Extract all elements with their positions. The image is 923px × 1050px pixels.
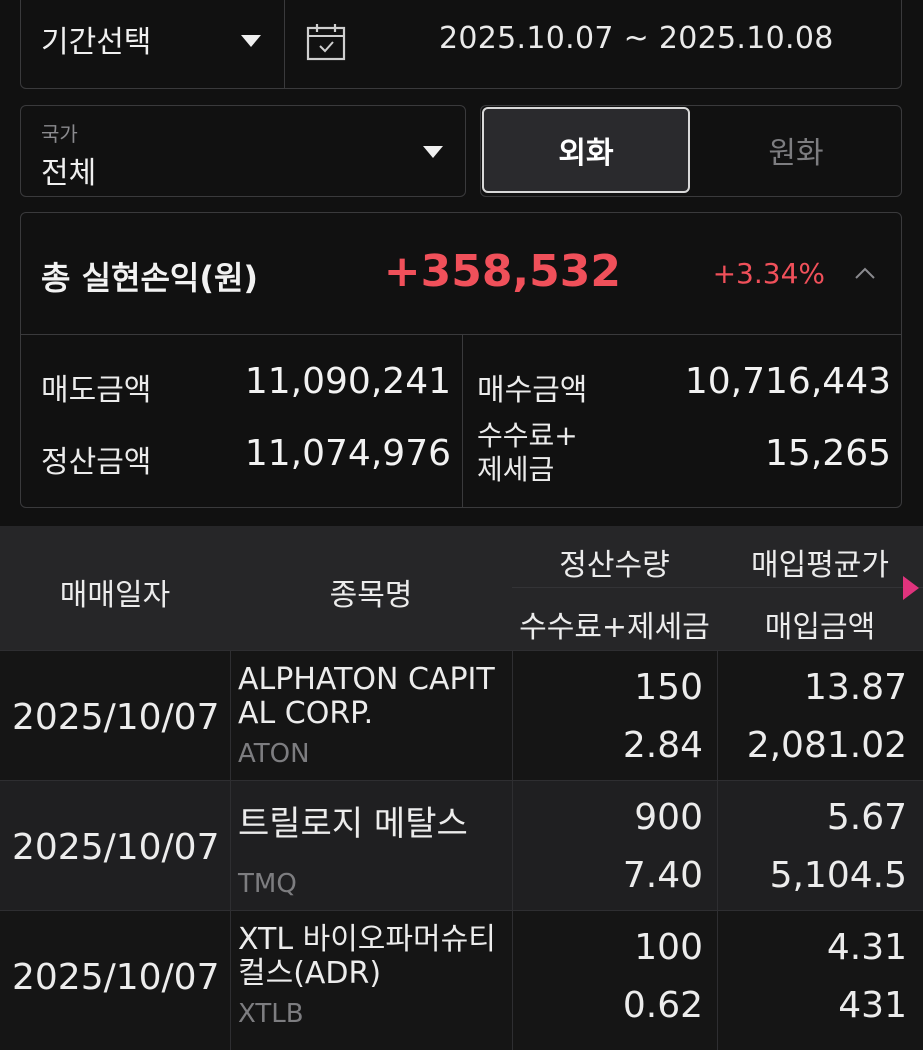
row-qty: 900 (634, 797, 703, 838)
row-stock-name-line2: AL CORP. (238, 696, 374, 731)
column-divider (717, 911, 718, 1050)
row-qty: 150 (634, 667, 703, 708)
period-selector: 기간선택 2025.10.07 ~ 2025.10.08 (20, 0, 902, 89)
row-stock-name: 트릴로지 메탈스 (238, 804, 468, 844)
realized-pl-rate: +3.34% (712, 257, 825, 290)
realized-pl-summary: 총 실현손익(원) +358,532 +3.34% 매도금액 11,090,24… (20, 212, 902, 508)
header-trade-date[interactable]: 매매일자 (0, 570, 230, 614)
fee-tax-label: 수수료+ 제세금 (477, 419, 578, 487)
row-ticker: ATON (238, 739, 310, 769)
fee-tax-value: 15,265 (765, 433, 891, 474)
header-divider (512, 587, 923, 588)
country-label: 국가 (41, 122, 78, 146)
header-settled-qty[interactable]: 정산수량 (512, 540, 717, 584)
row-avg-price: 5.67 (826, 797, 907, 838)
period-dropdown-icon[interactable] (241, 35, 261, 47)
column-divider (717, 781, 718, 910)
settlement-amount-value: 11,074,976 (244, 433, 451, 474)
fee-tax-label-line1: 수수료+ (477, 419, 578, 452)
row-qty: 100 (634, 927, 703, 968)
column-divider (512, 781, 513, 910)
country-value[interactable]: 전체 (41, 148, 96, 192)
realized-pl-amount: +358,532 (383, 246, 621, 297)
column-divider (230, 651, 231, 780)
summary-divider (21, 334, 901, 335)
column-divider (230, 911, 231, 1050)
row-fee: 2.84 (622, 725, 703, 766)
row-date: 2025/10/07 (12, 697, 220, 738)
table-row[interactable]: 2025/10/07 트릴로지 메탈스 TMQ 900 7.40 5.67 5,… (0, 780, 923, 910)
sell-amount-label: 매도금액 (41, 373, 152, 408)
settlement-amount-label: 정산금액 (41, 445, 152, 480)
country-dropdown-icon[interactable] (423, 146, 443, 158)
table-header: 매매일자 종목명 정산수량 수수료+제세금 매입평균가 매입금액 (0, 526, 923, 650)
summary-column-divider (462, 335, 463, 507)
sell-amount-value: 11,090,241 (244, 361, 451, 402)
fee-tax-label-line2: 제세금 (477, 453, 555, 486)
row-stock-name-line2: 컬스(ADR) (238, 956, 382, 991)
row-ticker: XTLB (238, 999, 304, 1029)
date-range[interactable]: 2025.10.07 ~ 2025.10.08 (439, 21, 834, 56)
row-avg-price: 4.31 (826, 927, 907, 968)
tab-foreign-currency[interactable]: 외화 (482, 107, 690, 193)
country-select[interactable]: 국가 전체 (20, 105, 466, 197)
header-buy-amount[interactable]: 매입금액 (717, 602, 923, 646)
column-divider (717, 651, 718, 780)
table-row[interactable]: 2025/10/07 ALPHATON CAPIT AL CORP. ATON … (0, 650, 923, 780)
row-amount: 431 (838, 985, 907, 1026)
column-divider (512, 651, 513, 780)
row-date: 2025/10/07 (12, 957, 220, 998)
tab-krw[interactable]: 원화 (693, 107, 899, 193)
scroll-right-icon[interactable] (903, 576, 919, 600)
table-row[interactable]: 2025/10/07 XTL 바이오파머슈티 컬스(ADR) XTLB 100 … (0, 910, 923, 1050)
column-divider (230, 781, 231, 910)
period-dropdown-label[interactable]: 기간선택 (41, 17, 151, 61)
column-divider (512, 911, 513, 1050)
row-date: 2025/10/07 (12, 827, 220, 868)
realized-pl-title: 총 실현손익(원) (41, 259, 259, 297)
chevron-up-icon[interactable] (855, 267, 875, 279)
row-amount: 5,104.5 (769, 855, 907, 896)
period-divider (284, 0, 285, 88)
row-fee: 7.40 (622, 855, 703, 896)
buy-amount-value: 10,716,443 (684, 361, 891, 402)
header-stock-name[interactable]: 종목명 (230, 570, 512, 614)
row-stock-name: XTL 바이오파머슈티 (238, 922, 496, 957)
buy-amount-label: 매수금액 (477, 373, 588, 408)
header-fee-tax[interactable]: 수수료+제세금 (512, 602, 717, 646)
row-stock-name: ALPHATON CAPIT (238, 662, 495, 697)
row-ticker: TMQ (238, 869, 297, 899)
row-avg-price: 13.87 (803, 667, 907, 708)
row-fee: 0.62 (622, 985, 703, 1026)
header-avg-buy-price[interactable]: 매입평균가 (717, 540, 923, 584)
row-amount: 2,081.02 (746, 725, 907, 766)
calendar-icon[interactable] (306, 23, 346, 61)
currency-toggle: 외화 원화 (480, 105, 902, 197)
